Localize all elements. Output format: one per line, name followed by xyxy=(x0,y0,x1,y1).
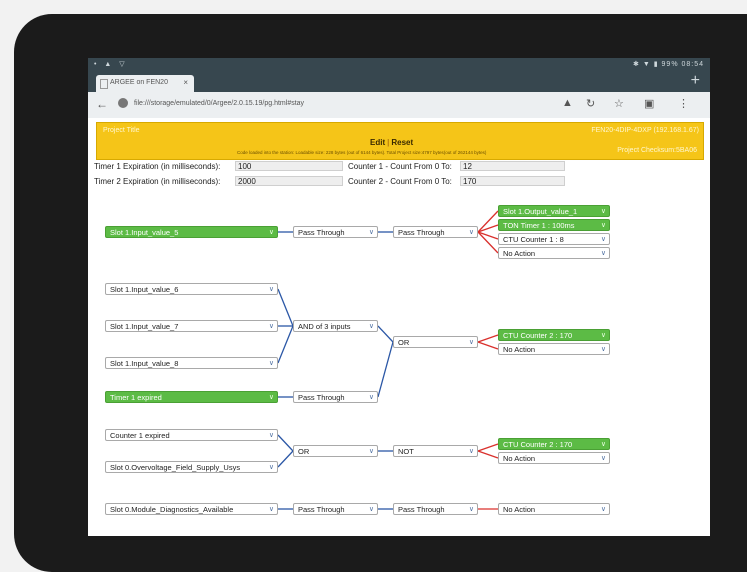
rung4-op1-select[interactable]: Pass Through ∨ xyxy=(293,503,378,515)
rung3-input2-select[interactable]: Slot 0.Overvoltage_Field_Supply_Usys ∨ xyxy=(105,461,278,473)
rung1-output1-label: Slot 1.Output_value_1 xyxy=(503,207,578,216)
rung1-input-label: Slot 1.Input_value_5 xyxy=(110,228,179,237)
rung4-input-select[interactable]: Slot 0.Module_Diagnostics_Available ∨ xyxy=(105,503,278,515)
rung1-op1-label: Pass Through xyxy=(298,228,345,237)
chevron-down-icon: ∨ xyxy=(368,323,374,330)
chevron-down-icon: ∨ xyxy=(368,394,374,401)
rung1-op2-select[interactable]: Pass Through ∨ xyxy=(393,226,478,238)
rung2-input3-label: Slot 1.Input_value_8 xyxy=(110,359,179,368)
chevron-down-icon: ∨ xyxy=(468,506,474,513)
rung2-and-label: AND of 3 inputs xyxy=(298,322,351,331)
rung2-input4-label: Timer 1 expired xyxy=(110,393,162,402)
chevron-down-icon: ∨ xyxy=(600,222,606,229)
rung1-output2-label: TON Timer 1 : 100ms xyxy=(503,221,575,230)
rung4-output-label: No Action xyxy=(503,505,536,514)
rung3-or-label: OR xyxy=(298,447,310,456)
rung2-input1-label: Slot 1.Input_value_6 xyxy=(110,285,179,294)
rung3-not-label: NOT xyxy=(398,447,414,456)
chevron-down-icon: ∨ xyxy=(268,360,274,367)
chevron-down-icon: ∨ xyxy=(468,448,474,455)
rung3-input1-label: Counter 1 expired xyxy=(110,431,170,440)
rung2-input2-select[interactable]: Slot 1.Input_value_7 ∨ xyxy=(105,320,278,332)
rung1-output4-select[interactable]: No Action ∨ xyxy=(498,247,610,259)
rung2-input3-select[interactable]: Slot 1.Input_value_8 ∨ xyxy=(105,357,278,369)
chevron-down-icon: ∨ xyxy=(600,332,606,339)
browser-screen: • ▲ ▽ ✱ ▼ ▮ 99% 08:54 ARGEE on FEN20 × +… xyxy=(88,58,710,536)
rung2-input1-select[interactable]: Slot 1.Input_value_6 ∨ xyxy=(105,283,278,295)
rung2-or-select[interactable]: OR ∨ xyxy=(393,336,478,348)
rung4-op2-select[interactable]: Pass Through ∨ xyxy=(393,503,478,515)
rung2-input4-select[interactable]: Timer 1 expired ∨ xyxy=(105,391,278,403)
chevron-down-icon: ∨ xyxy=(268,229,274,236)
rung3-output1-select[interactable]: CTU Counter 2 : 170 ∨ xyxy=(498,438,610,450)
rung1-input-select[interactable]: Slot 1.Input_value_5 ∨ xyxy=(105,226,278,238)
rung4-op2-label: Pass Through xyxy=(398,505,445,514)
chevron-down-icon: ∨ xyxy=(268,506,274,513)
chevron-down-icon: ∨ xyxy=(368,448,374,455)
rung1-op2-label: Pass Through xyxy=(398,228,445,237)
chevron-down-icon: ∨ xyxy=(600,236,606,243)
rung3-output2-label: No Action xyxy=(503,454,536,463)
rung4-input-label: Slot 0.Module_Diagnostics_Available xyxy=(110,505,234,514)
chevron-down-icon: ∨ xyxy=(268,286,274,293)
chevron-down-icon: ∨ xyxy=(268,432,274,439)
rung2-input2-label: Slot 1.Input_value_7 xyxy=(110,322,179,331)
chevron-down-icon: ∨ xyxy=(368,229,374,236)
rung2-or-label: OR xyxy=(398,338,410,347)
rung2-output1-select[interactable]: CTU Counter 2 : 170 ∨ xyxy=(498,329,610,341)
rung3-not-select[interactable]: NOT ∨ xyxy=(393,445,478,457)
rung1-output1-select[interactable]: Slot 1.Output_value_1 ∨ xyxy=(498,205,610,217)
chevron-down-icon: ∨ xyxy=(468,229,474,236)
rung1-output2-select[interactable]: TON Timer 1 : 100ms ∨ xyxy=(498,219,610,231)
rung1-output3-label: CTU Counter 1 : 8 xyxy=(503,235,564,244)
rung4-op1-label: Pass Through xyxy=(298,505,345,514)
chevron-down-icon: ∨ xyxy=(468,339,474,346)
rung2-output1-label: CTU Counter 2 : 170 xyxy=(503,331,573,340)
chevron-down-icon: ∨ xyxy=(268,464,274,471)
rung2-pass-label: Pass Through xyxy=(298,393,345,402)
rung1-op1-select[interactable]: Pass Through ∨ xyxy=(293,226,378,238)
rung3-input2-label: Slot 0.Overvoltage_Field_Supply_Usys xyxy=(110,463,241,472)
chevron-down-icon: ∨ xyxy=(600,346,606,353)
rung4-output-select[interactable]: No Action ∨ xyxy=(498,503,610,515)
rung3-or-select[interactable]: OR ∨ xyxy=(293,445,378,457)
rung2-output2-select[interactable]: No Action ∨ xyxy=(498,343,610,355)
chevron-down-icon: ∨ xyxy=(600,441,606,448)
chevron-down-icon: ∨ xyxy=(600,208,606,215)
rung3-output2-select[interactable]: No Action ∨ xyxy=(498,452,610,464)
rung2-and-select[interactable]: AND of 3 inputs ∨ xyxy=(293,320,378,332)
chevron-down-icon: ∨ xyxy=(600,455,606,462)
chevron-down-icon: ∨ xyxy=(600,250,606,257)
rung1-output3-select[interactable]: CTU Counter 1 : 8 ∨ xyxy=(498,233,610,245)
chevron-down-icon: ∨ xyxy=(268,394,274,401)
rung3-input1-select[interactable]: Counter 1 expired ∨ xyxy=(105,429,278,441)
chevron-down-icon: ∨ xyxy=(268,323,274,330)
rung1-output4-label: No Action xyxy=(503,249,536,258)
chevron-down-icon: ∨ xyxy=(600,506,606,513)
chevron-down-icon: ∨ xyxy=(368,506,374,513)
rung2-pass-select[interactable]: Pass Through ∨ xyxy=(293,391,378,403)
rung2-output2-label: No Action xyxy=(503,345,536,354)
rung3-output1-label: CTU Counter 2 : 170 xyxy=(503,440,573,449)
